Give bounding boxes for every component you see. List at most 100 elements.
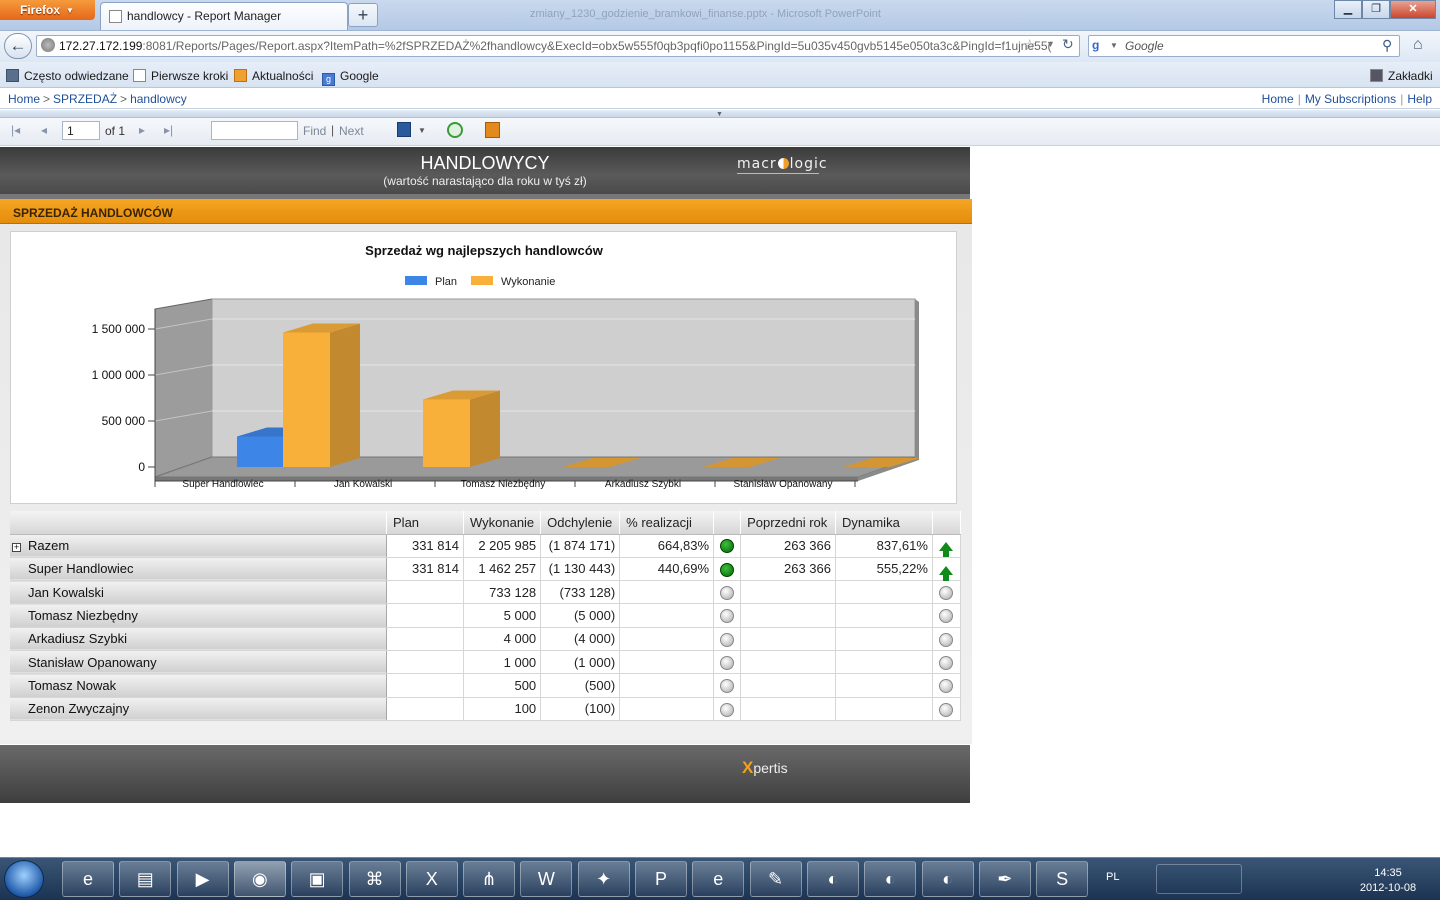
cell-wykonanie: 733 128 [463, 580, 542, 605]
skype-icon[interactable]: S [1036, 861, 1089, 897]
my-subscriptions-link[interactable]: My Subscriptions [1305, 92, 1396, 106]
breadcrumb-home[interactable]: Home [8, 92, 40, 106]
table-row: Stanisław Opanowany 1 000 (1 000) [10, 650, 962, 675]
bookmark-aktualnosci[interactable]: Aktualności [234, 69, 313, 83]
logo-x: X [742, 758, 754, 777]
export-dropdown-icon[interactable]: ▼ [418, 126, 426, 135]
status-gray-icon [720, 586, 735, 601]
back-button[interactable]: ← [4, 33, 32, 59]
cell-value: 2 205 985 [478, 538, 537, 554]
bookmark-czesto-odwiedzane[interactable]: Często odwiedzane [6, 69, 129, 83]
cell-dynamika-indicator [932, 603, 962, 628]
cell-realizacja-indicator [713, 627, 742, 651]
ie-icon[interactable]: e [62, 861, 114, 897]
bar-wykonanie-1-side [470, 390, 500, 467]
search-engine-dropdown-icon[interactable]: ▼ [1110, 41, 1118, 50]
first-page-icon[interactable]: |◂ [11, 123, 20, 137]
network-signal-icon[interactable] [1156, 864, 1242, 894]
refresh-icon[interactable] [447, 122, 463, 138]
url-bar[interactable]: 172.27.172.199:8081/Reports/Pages/Report… [36, 35, 1080, 57]
cell-dynamika-indicator [932, 534, 962, 558]
last-page-icon[interactable]: ▸| [164, 123, 173, 137]
breadcrumb-handlowcy[interactable]: handlowcy [130, 92, 187, 106]
cell-plan [386, 697, 464, 721]
half-circle-icon[interactable]: ◐ [864, 861, 917, 897]
bookmark-google[interactable]: g Google [322, 69, 379, 86]
firefox-menu-button[interactable]: Firefox ▼ [0, 0, 95, 20]
search-icon[interactable]: ⚲ [1382, 37, 1392, 54]
app-red-icon[interactable]: ✦ [577, 861, 630, 897]
language-indicator[interactable]: PL [1106, 871, 1119, 883]
x-tick-label: Super Handlowiec [182, 479, 263, 490]
home-icon[interactable]: ⌂ [1413, 36, 1423, 54]
tab-title: handlowcy - Report Manager [127, 9, 282, 23]
bookmark-pierwsze-kroki[interactable]: Pierwsze kroki [133, 69, 228, 83]
app-orange-icon[interactable]: ⋔ [463, 861, 516, 897]
powerpoint-icon[interactable]: P [635, 861, 687, 897]
half-circle-icon[interactable]: ◐ [921, 861, 974, 897]
bar-wykonanie-1 [423, 399, 470, 467]
table-row: Super Handlowiec 331 814 1 462 257 (1 130 4… [10, 557, 962, 582]
pen-icon[interactable]: ✒ [978, 861, 1031, 897]
cell-poprzedni-rok [740, 580, 836, 605]
cell-wykonanie: 5 000 [463, 603, 542, 628]
network-icon[interactable]: ⌘ [348, 861, 401, 897]
logo-text: pertis [753, 760, 788, 776]
bookmark-label: Pierwsze kroki [151, 69, 229, 83]
find-button[interactable]: Find [303, 124, 326, 138]
close-window-button[interactable]: ✕ [1390, 0, 1436, 19]
search-input[interactable]: Google [1088, 35, 1400, 57]
excel-icon[interactable]: X [405, 861, 458, 897]
maximize-button[interactable]: ❐ [1362, 0, 1390, 19]
row-name: Super Handlowiec [10, 557, 388, 582]
bookmark-label: Często odwiedzane [24, 69, 129, 83]
ie-icon[interactable]: e [692, 861, 745, 897]
collapse-arrow-icon[interactable]: ▼ [716, 111, 723, 118]
cell-dynamika: 837,61% [835, 534, 933, 558]
print-layout-icon[interactable] [485, 122, 500, 138]
new-tab-button[interactable]: + [348, 3, 378, 27]
explorer-icon[interactable]: ▤ [119, 861, 172, 897]
row-name: Tomasz Niezbędny [10, 603, 388, 628]
page-icon [133, 69, 146, 82]
cell-dynamika-indicator [932, 580, 962, 605]
xpertis-logo: Xpertis [742, 758, 788, 778]
paint-icon[interactable]: ✎ [749, 861, 802, 897]
word-icon[interactable]: W [520, 861, 573, 897]
export-save-icon[interactable] [397, 122, 411, 137]
url-history-dropdown-icon[interactable]: ▼ [1046, 39, 1055, 49]
breadcrumb-sprzedaz[interactable]: SPRZEDAŻ [53, 92, 117, 106]
cell-value: 331 814 [411, 538, 459, 554]
bookmarks-menu-button[interactable]: Zakładki [1370, 69, 1433, 83]
browser-tab[interactable]: handlowcy - Report Manager [100, 2, 348, 30]
page-number-input[interactable]: 1 [62, 121, 100, 140]
save-disk-icon[interactable]: ▣ [291, 861, 344, 897]
bookmark-star-icon[interactable]: ☆ [1023, 36, 1036, 54]
google-search-engine-icon[interactable]: g [1092, 38, 1106, 52]
google-icon: g [322, 73, 335, 86]
cell-dynamika [835, 627, 933, 651]
table-header-row: Plan Wykonanie Odchylenie % realizacji P… [10, 511, 962, 535]
next-page-icon[interactable]: ▸ [139, 123, 145, 137]
help-link[interactable]: Help [1407, 92, 1432, 106]
cell-dynamika-indicator [932, 650, 962, 675]
firefox-icon[interactable]: ◉ [233, 861, 286, 897]
start-button[interactable] [4, 860, 44, 898]
cell-realizacja [619, 697, 715, 721]
half-circle-icon[interactable]: ◐ [806, 861, 859, 897]
home-link[interactable]: Home [1262, 92, 1294, 106]
find-text-input[interactable] [211, 121, 298, 140]
cell-realizacja-indicator [713, 580, 742, 605]
status-gray-icon [720, 609, 735, 624]
status-gray-icon [939, 586, 954, 601]
media-player-icon[interactable]: ▶ [176, 861, 229, 897]
site-identity-icon[interactable] [41, 38, 55, 52]
cell-value: 733 128 [489, 584, 537, 600]
system-clock[interactable]: 14:35 2012-10-08 [1352, 866, 1424, 896]
minimize-button[interactable]: ▁ [1334, 0, 1362, 19]
cell-dynamika: 555,22% [835, 557, 933, 582]
reload-icon[interactable]: ↻ [1062, 36, 1074, 53]
previous-page-icon[interactable]: ◂ [41, 123, 47, 137]
expand-toggle-icon[interactable]: + [12, 543, 21, 553]
find-next-button[interactable]: Next [339, 124, 364, 138]
